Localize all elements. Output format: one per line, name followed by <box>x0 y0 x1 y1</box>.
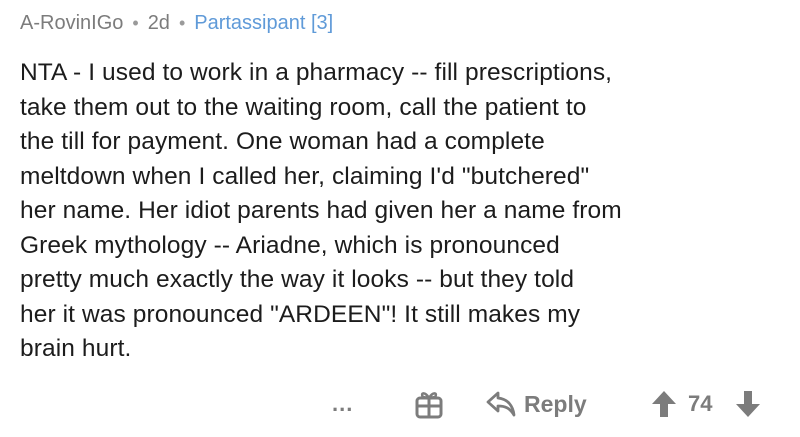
reply-label: Reply <box>524 390 587 417</box>
meta-separator: • <box>178 12 186 33</box>
comment-age: 2d <box>147 11 170 34</box>
vote-score: 74 <box>688 386 712 422</box>
upvote-arrow-icon <box>652 391 676 417</box>
more-options-button[interactable]: ... <box>332 386 353 422</box>
author-username[interactable]: A-RovinIGo <box>20 12 123 35</box>
reply-arrow-icon <box>486 391 516 417</box>
comment-meta: A-RovinIGo • 2d • Partassipant [3] <box>20 10 780 36</box>
comment-body: NTA - I used to work in a pharmacy -- fi… <box>20 59 622 362</box>
comment: A-RovinIGo • 2d • Partassipant [3] NTA -… <box>0 0 800 437</box>
user-flair: Partassipant [3] <box>194 11 334 34</box>
upvote-button[interactable] <box>651 386 677 422</box>
downvote-button[interactable] <box>735 386 761 422</box>
award-button[interactable] <box>414 386 444 422</box>
meta-separator: • <box>132 12 139 33</box>
gift-icon <box>415 392 443 419</box>
more-options-label: ... <box>332 391 354 416</box>
comment-actions: ... Reply 74 <box>0 386 800 422</box>
downvote-arrow-icon <box>736 391 760 417</box>
vote-score-value: 74 <box>688 391 713 416</box>
reply-button[interactable]: Reply <box>486 386 587 422</box>
